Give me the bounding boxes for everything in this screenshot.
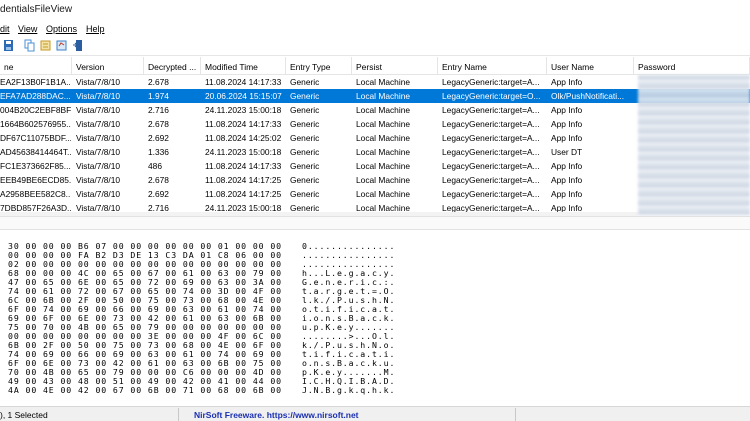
menu-view[interactable]: View: [18, 24, 37, 34]
column-header-persist[interactable]: Persist: [352, 57, 438, 75]
toolbar: [0, 36, 750, 56]
menu-help[interactable]: Help: [86, 24, 105, 34]
window-title: dentialsFileView: [0, 4, 73, 15]
ascii-line: J.N.B.g.k.q.h.k.: [302, 385, 396, 395]
save-icon[interactable]: [3, 39, 14, 52]
column-header-user-name[interactable]: User Name: [547, 57, 634, 75]
status-divider: [515, 408, 516, 421]
selection-count: ), 1 Selected: [0, 410, 48, 420]
column-header-password[interactable]: Password: [634, 57, 750, 75]
menu-bar: dit View Options Help: [0, 22, 750, 36]
exit-icon[interactable]: [72, 39, 83, 52]
credentials-list[interactable]: ne Version Decrypted ... Modified Time E…: [0, 57, 750, 216]
column-header-name[interactable]: ne: [0, 57, 72, 75]
nirsoft-link[interactable]: NirSoft Freeware. https://www.nirsoft.ne…: [194, 410, 359, 420]
hex-dump-pane[interactable]: 30 00 00 00 B6 07 00 00 00 00 00 00 01 0…: [0, 230, 750, 406]
title-bar: dentialsFileView: [0, 0, 750, 22]
menu-edit[interactable]: dit: [0, 24, 10, 34]
status-divider: [178, 408, 179, 421]
status-bar: ), 1 Selected NirSoft Freeware. https://…: [0, 406, 750, 421]
column-header-modified-time[interactable]: Modified Time: [201, 57, 286, 75]
menu-options[interactable]: Options: [46, 24, 77, 34]
column-header-decrypted-size[interactable]: Decrypted ...: [144, 57, 201, 75]
properties-icon[interactable]: [40, 39, 51, 52]
copy-icon[interactable]: [24, 39, 35, 52]
column-header-entry-type[interactable]: Entry Type: [286, 57, 352, 75]
refresh-icon[interactable]: [56, 39, 67, 52]
hex-line: 4A 00 4E 00 42 00 67 00 6B 00 71 00 68 0…: [8, 385, 282, 395]
pane-splitter[interactable]: [0, 216, 750, 230]
column-header-version[interactable]: Version: [72, 57, 144, 75]
column-header-entry-name[interactable]: Entry Name: [438, 57, 547, 75]
password-column-obscured: [638, 75, 750, 216]
